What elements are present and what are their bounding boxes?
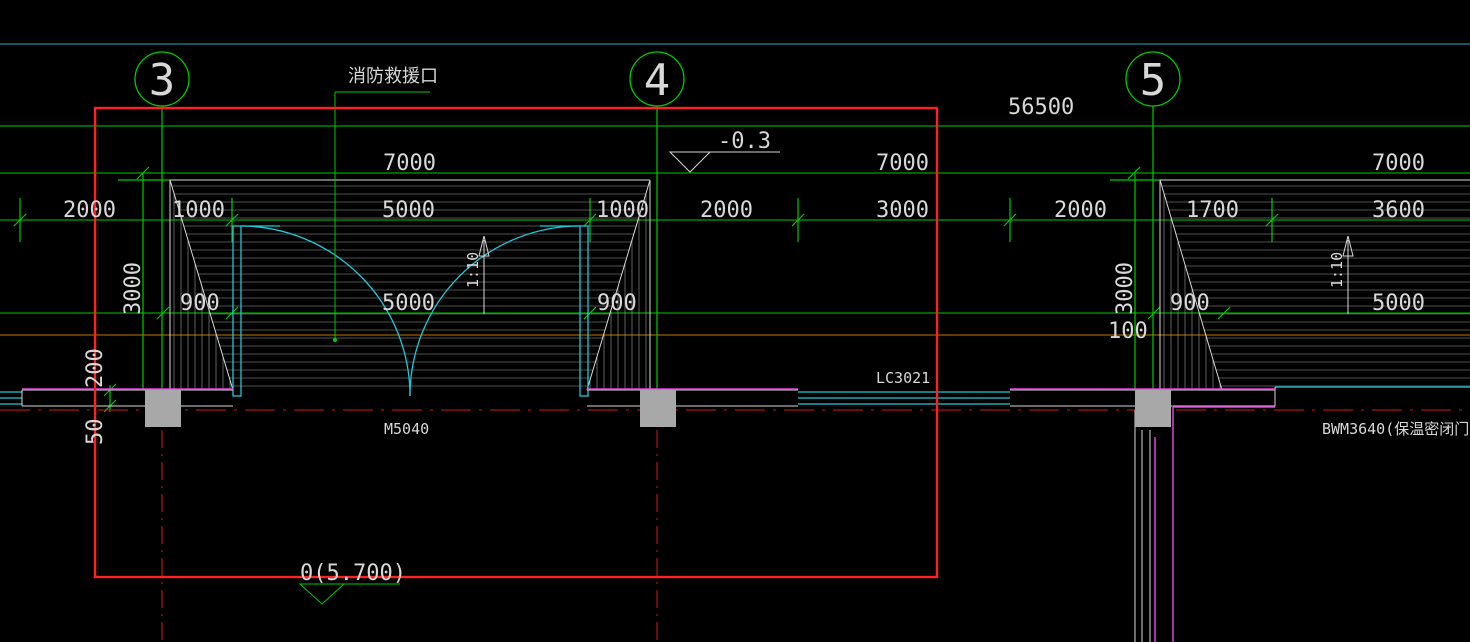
- column-axis-4: [640, 390, 676, 427]
- elevation-marker-top: [668, 151, 780, 173]
- dim-3000-a: 3000: [876, 198, 929, 223]
- dim-100: 100: [1108, 319, 1148, 344]
- axis-label-4: 4: [644, 55, 671, 106]
- dim-3000-vert-b: 3000: [1113, 262, 1138, 315]
- dim-2000-a: 2000: [63, 198, 116, 223]
- column-axis-3: [145, 390, 181, 427]
- column-axis-5: [1135, 390, 1171, 427]
- axis-label-5: 5: [1140, 55, 1167, 106]
- door-m5040-label: M5040: [384, 420, 429, 438]
- elevation-bottom-label: 0(5.700): [300, 561, 406, 586]
- dim-5000-b: 5000: [382, 291, 435, 316]
- dim-50-vert: 50: [83, 419, 108, 446]
- dim-7000-a: 7000: [383, 151, 436, 176]
- dim-7000-b: 7000: [876, 151, 929, 176]
- dim-1000-a: 1000: [172, 198, 225, 223]
- dim-5000-c: 5000: [1372, 291, 1425, 316]
- dim-900-a: 900: [180, 291, 220, 316]
- dim-5000-a: 5000: [382, 198, 435, 223]
- dim-200-vert: 200: [83, 348, 108, 388]
- dim-3600: 3600: [1372, 198, 1425, 223]
- elevation-top-label: -0.3: [718, 129, 771, 154]
- ramp-outlines: [169, 179, 1470, 391]
- dim-7000-c: 7000: [1372, 151, 1425, 176]
- door-bwm-label: BWM3640(保温密闭门: [1322, 420, 1469, 438]
- dim-1700: 1700: [1186, 198, 1239, 223]
- slope-label-a: 1:10: [464, 252, 482, 288]
- total-dimension: 56500: [1008, 95, 1074, 120]
- cad-drawing-canvas: 3 4 5 消防救援口 56500 -0.3 0(5.700) M5040 LC…: [0, 43, 1470, 642]
- door-swing: [0, 225, 1470, 405]
- dim-1000-b: 1000: [596, 198, 649, 223]
- slope-label-b: 1:10: [1328, 252, 1346, 288]
- dim-2000-c: 2000: [1054, 198, 1107, 223]
- dim-900-b: 900: [597, 291, 637, 316]
- leader-dot: [333, 338, 337, 342]
- selection-frame[interactable]: [93, 106, 939, 579]
- window-lc3021-label: LC3021: [876, 369, 930, 387]
- reference-lines: [0, 43, 1470, 336]
- elevation-marker-bottom: [298, 583, 400, 605]
- axis-bubble-5: 5: [1125, 51, 1181, 107]
- dim-2000-b: 2000: [700, 198, 753, 223]
- dim-900-c: 900: [1170, 291, 1210, 316]
- fire-rescue-label: 消防救援口: [348, 66, 438, 87]
- dim-3000-vert-a: 3000: [121, 262, 146, 315]
- columns: [145, 390, 1171, 427]
- labels: 消防救援口 56500 -0.3 0(5.700) M5040 LC3021 B…: [63, 66, 1469, 586]
- axis-bubble-3: 3: [134, 51, 190, 107]
- axis-bubble-4: 4: [629, 51, 685, 107]
- axis-label-3: 3: [149, 55, 176, 106]
- axis-lines: [0, 106, 1470, 642]
